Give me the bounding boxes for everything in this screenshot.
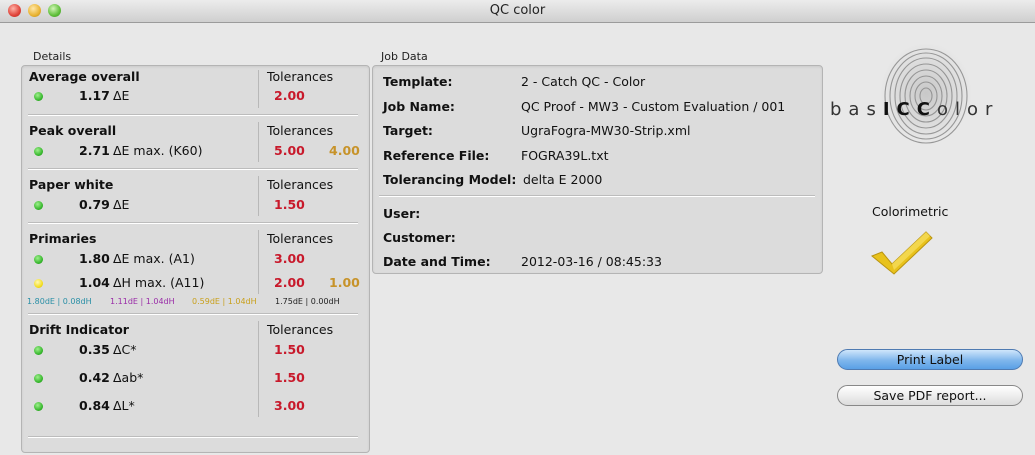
divider xyxy=(28,168,358,170)
peak-overall-title: Peak overall xyxy=(29,123,117,138)
average-overall-value: 1.17 xyxy=(79,88,110,103)
drift-dC-tolerance: 1.50 xyxy=(274,342,305,357)
drift-dL-unit: ΔL* xyxy=(113,398,135,413)
drift-dL-value: 0.84 xyxy=(79,398,110,413)
tolerances-label: Tolerances xyxy=(267,123,334,138)
primaries-breakdown-yellow: 0.59dE | 1.04dH xyxy=(192,297,257,306)
reference-file-label: Reference File: xyxy=(383,148,490,163)
status-indicator-icon xyxy=(34,255,43,264)
paper-white-value: 0.79 xyxy=(79,197,110,212)
job-name-label: Job Name: xyxy=(383,99,455,114)
window-title: QC color xyxy=(489,3,546,18)
drift-dab-unit: Δab* xyxy=(113,370,144,385)
job-name-value: QC Proof - MW3 - Custom Evaluation / 001 xyxy=(521,99,786,114)
divider xyxy=(28,313,358,315)
tolerancing-model-value: delta E 2000 xyxy=(523,172,603,187)
divider xyxy=(28,114,358,116)
tolerancing-model-label: Tolerancing Model: xyxy=(383,172,517,187)
tolerances-label: Tolerances xyxy=(267,322,334,337)
primaries-breakdown-magenta: 1.11dE | 1.04dH xyxy=(110,297,175,306)
tolerances-label: Tolerances xyxy=(267,69,334,84)
title-bar: QC color xyxy=(0,0,1035,23)
template-label: Template: xyxy=(383,74,453,89)
drift-dab-tolerance: 1.50 xyxy=(274,370,305,385)
date-time-label: Date and Time: xyxy=(383,254,491,269)
primaries-dE-unit: ΔE max. (A1) xyxy=(113,251,195,266)
peak-overall-unit: ΔE max. (K60) xyxy=(113,143,203,158)
column-divider xyxy=(258,321,259,417)
result-label: Colorimetric xyxy=(872,204,949,219)
tolerances-label: Tolerances xyxy=(267,177,334,192)
drift-indicator-title: Drift Indicator xyxy=(29,322,129,337)
divider xyxy=(28,222,358,224)
primaries-breakdown-cyan: 1.80dE | 0.08dH xyxy=(27,297,92,306)
target-value: UgraFogra-MW30-Strip.xml xyxy=(521,123,691,138)
template-value: 2 - Catch QC - Color xyxy=(521,74,646,89)
column-divider xyxy=(258,176,259,216)
average-overall-tolerance: 2.00 xyxy=(274,88,305,103)
status-indicator-icon xyxy=(34,402,43,411)
status-indicator-icon xyxy=(34,346,43,355)
reference-file-value: FOGRA39L.txt xyxy=(521,148,609,163)
date-time-value: 2012-03-16 / 08:45:33 xyxy=(521,254,662,269)
details-panel: Average overall Tolerances 1.17 ΔE 2.00 … xyxy=(21,65,370,453)
print-label-button[interactable]: Print Label xyxy=(837,349,1023,370)
checkmark-icon xyxy=(871,231,933,275)
column-divider xyxy=(258,122,259,162)
column-divider xyxy=(258,70,259,108)
save-pdf-report-button[interactable]: Save PDF report... xyxy=(837,385,1023,406)
paper-white-unit: ΔE xyxy=(113,197,130,212)
peak-overall-value: 2.71 xyxy=(79,143,110,158)
customer-label: Customer: xyxy=(383,230,456,245)
primaries-dH-unit: ΔH max. (A11) xyxy=(113,275,205,290)
logo-text-olor: olor xyxy=(936,99,1000,120)
paper-white-tolerance: 1.50 xyxy=(274,197,305,212)
job-data-panel: Template: 2 - Catch QC - Color Job Name:… xyxy=(372,65,823,274)
primaries-dE-tolerance: 3.00 xyxy=(274,251,305,266)
divider xyxy=(28,436,358,438)
peak-overall-tolerance: 5.00 xyxy=(274,143,305,158)
status-indicator-icon xyxy=(34,92,43,101)
window-content: Details Average overall Tolerances 1.17 … xyxy=(0,23,1035,455)
target-label: Target: xyxy=(383,123,433,138)
paper-white-title: Paper white xyxy=(29,177,114,192)
drift-dL-tolerance: 3.00 xyxy=(274,398,305,413)
details-group-label: Details xyxy=(33,50,72,63)
column-divider xyxy=(258,230,259,294)
drift-dab-value: 0.42 xyxy=(79,370,110,385)
primaries-dH-value: 1.04 xyxy=(79,275,110,290)
status-indicator-icon xyxy=(34,374,43,383)
status-indicator-icon xyxy=(34,279,43,288)
logo-text-icc: ICC xyxy=(882,99,937,120)
divider xyxy=(379,195,815,197)
status-indicator-icon xyxy=(34,147,43,156)
drift-dC-unit: ΔC* xyxy=(113,342,137,357)
logo-text-bas: bas xyxy=(830,99,883,120)
primaries-breakdown-black: 1.75dE | 0.00dH xyxy=(275,297,340,306)
status-indicator-icon xyxy=(34,201,43,210)
job-data-group-label: Job Data xyxy=(381,50,428,63)
tolerances-label: Tolerances xyxy=(267,231,334,246)
fingerprint-icon xyxy=(880,43,972,144)
peak-overall-warning-tolerance: 4.00 xyxy=(329,143,360,158)
primaries-dH-warning-tolerance: 1.00 xyxy=(329,275,360,290)
primaries-dE-value: 1.80 xyxy=(79,251,110,266)
average-overall-title: Average overall xyxy=(29,69,140,84)
primaries-title: Primaries xyxy=(29,231,97,246)
primaries-dH-tolerance: 2.00 xyxy=(274,275,305,290)
user-label: User: xyxy=(383,206,421,221)
average-overall-unit: ΔE xyxy=(113,88,130,103)
drift-dC-value: 0.35 xyxy=(79,342,110,357)
basiccolor-logo: basICColor xyxy=(830,41,1030,156)
